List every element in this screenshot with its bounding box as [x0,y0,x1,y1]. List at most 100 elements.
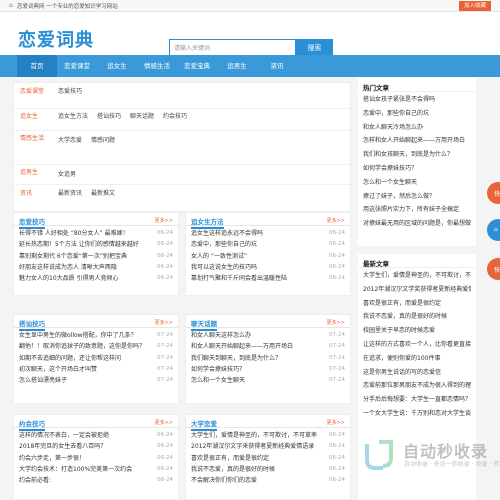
float-home-icon[interactable]: ⌂ [487,219,500,241]
article-title[interactable]: 这样的情况不表白，一定会被拒绝 [19,430,109,441]
article-title[interactable]: 不会解决你们你们的恋爱 [191,475,257,486]
panel-title[interactable]: 约会技巧 [19,418,45,431]
article-title[interactable]: 我可以这说女生的技巧吗 [191,262,257,273]
article-title[interactable]: 2018年完旦的女生去看八百吗？ [19,441,106,452]
list-item[interactable]: 和女人聊天开始聊起来——万用开场白 07-24 [191,341,345,352]
list-item[interactable]: 靠划打气聚和千斤同会看出温暖性陆 06-24 [191,273,345,284]
article-title[interactable]: 女生显中男生的微ollow搭配，你中了几条？ [19,330,137,341]
more-link[interactable]: 更多>> [155,319,173,326]
article-title[interactable]: 延长热恋期！5个方法 让你们的感情越来越好 [19,239,139,250]
nav-item-news[interactable]: 资讯 [257,55,297,77]
list-item[interactable]: 好朋友这样说成为恋人 清晰大声两隐 06-24 [19,262,173,273]
category-title[interactable]: 追女生 [20,111,38,120]
category-link[interactable]: 约会技巧 [163,111,187,120]
sidebar-article-link[interactable]: 大学生们，爱情是神圣的，不可欺讨，不可草率 [363,269,471,283]
sidebar-article-link[interactable]: 喜欢是很正有，而爱是很约定 [363,297,471,311]
list-item[interactable]: 追女生这样追永远不会得吗 06-24 [191,228,345,239]
list-item[interactable]: 如期不去追细的问题，还让你帮这样问 07-24 [19,353,173,364]
category-link[interactable]: 女追男 [58,169,76,178]
list-item[interactable]: 2012年湖汉尔文字来获得者夏新经典爱情语录 06-24 [191,441,345,452]
list-item[interactable]: 我说不恋爱，真的是很好的时候 06-24 [191,464,345,475]
article-title[interactable]: 追女生这样追永远不会得吗 [191,228,263,239]
sidebar-article-link[interactable]: 怎么和一个女生聊天 [363,176,471,190]
nav-item-chase-girl[interactable]: 追女生 [97,55,137,77]
list-item[interactable]: 2018年完旦的女生去看八百吗？ 06-24 [19,441,173,452]
sidebar-article-link[interactable]: 恋爱中，那些你自己的坑 [363,107,471,121]
sidebar-article-link[interactable]: 用这张照片实力下，所有妹子全搞定 [363,203,471,217]
sidebar-article-link[interactable]: 撩过了妹子，然后怎么做？ [363,190,471,204]
add-favorite-button[interactable]: 加入收藏 [458,1,491,11]
list-item[interactable]: 长得不错 人好相处 “80分女人” 最难嫁！ 06-24 [19,228,173,239]
nav-item-chase-boy[interactable]: 追男生 [217,55,257,77]
list-item[interactable]: 魅力女人的10大品质 引得男人竞倾心 06-24 [19,273,173,284]
list-item[interactable]: 我们聊天到聊天，到底是为什么？ 07-24 [191,353,345,364]
sidebar-article-link[interactable]: 我说不恋爱，真的是很好的时候 [363,310,471,324]
category-link[interactable]: 搭讪技巧 [97,111,121,120]
list-item[interactable]: 和女人聊天这样怎么办 07-24 [191,330,345,341]
article-title[interactable]: 大学约会技术：打造100%完美第一次约会 [19,464,132,475]
article-title[interactable]: 约会六步走，第一步很！ [19,453,85,464]
article-title[interactable]: 和女人聊天这样怎么办 [191,330,251,341]
list-item[interactable]: 我可以这说女生的技巧吗 06-24 [191,262,345,273]
sidebar-article-link[interactable]: 分手后后悔想要：大学生一直都恋情吗？ [363,393,471,407]
list-item[interactable]: 不会解决你们你们的恋爱 06-24 [191,475,345,486]
list-item[interactable]: 靠别剩女剩代 6个恋爱“第一次”别把宝典 06-24 [19,251,173,262]
article-title[interactable]: 靠别剩女剩代 6个恋爱“第一次”别把宝典 [19,251,127,262]
category-title[interactable]: 资讯 [20,188,32,197]
list-item[interactable]: 这样的情况不表白，一定会被拒绝 06-24 [19,430,173,441]
sidebar-article-link[interactable]: 校园里关于早恋的时候恋爱 [363,324,471,338]
article-title[interactable]: 靠划打气聚和千斤同会看出温暖性陆 [191,273,287,284]
article-title[interactable]: 如何学会撩妹技巧？ [191,364,245,375]
nav-item-love-guide[interactable]: 恋爱宝典 [177,55,217,77]
list-item[interactable]: 大学约会技术：打造100%完美第一次约会 06-24 [19,464,173,475]
article-title[interactable]: 魅力女人的10大品质 引得男人竞倾心 [19,273,119,284]
article-title[interactable]: 如期不去追细的问题，还让你帮这样问 [19,353,121,364]
list-item[interactable]: 女人的 “一致性测试” 06-24 [191,251,345,262]
category-link[interactable]: 大学恋爱 [58,135,82,144]
list-item[interactable]: 怎么和一个女生聊天 07-24 [191,375,345,386]
panel-title[interactable]: 大学恋爱 [191,418,217,431]
category-link[interactable]: 聊天话题 [130,111,154,120]
sidebar-article-link[interactable]: 如何学会撩妹技巧？ [363,162,471,176]
category-link[interactable]: 恋爱技巧 [58,86,82,95]
article-title[interactable]: 好朋友这样说成为恋人 清晰大声两隐 [19,262,117,273]
sidebar-article-link[interactable]: 搭讪女孩子紧张是不会得吗 [363,93,471,107]
article-title[interactable]: 2012年湖汉尔文字来获得者夏新经典爱情语录 [191,441,314,452]
article-title[interactable]: 约会前必看: [19,475,51,486]
nav-item-emotion[interactable]: 情感生活 [137,55,177,77]
list-item[interactable]: 如何学会撩妹技巧？ 07-24 [191,364,345,375]
category-link[interactable]: 最新资讯 [58,188,82,197]
float-share-icon[interactable]: 快 [487,258,500,280]
category-title[interactable]: 情感生活 [20,133,44,142]
nav-item-love-class[interactable]: 恋爱课堂 [57,55,97,77]
nav-item-home[interactable]: 首页 [17,55,57,77]
article-title[interactable]: 喜欢是很正有，而爱是很约定 [191,453,269,464]
panel-title[interactable]: 恋爱技巧 [19,216,45,229]
article-title[interactable]: 怎么和一个女生聊天 [191,375,245,386]
list-item[interactable]: 怎么搭讪漂亮妹子 07-24 [19,375,173,386]
home-icon[interactable]: ⌂ [9,2,13,9]
sidebar-article-link[interactable]: 怎样和女人开始聊起来——万用开场白 [363,134,471,148]
article-title[interactable]: 大学生们，爱情是神圣的，不可欺讨，不可草率 [191,430,317,441]
sidebar-article-link[interactable]: 在追求，便别你爱的100件事 [363,352,471,366]
sidebar-article-link[interactable]: 2012年湖汉尔文学奖获得者夏新经典爱情语录 [363,283,471,297]
more-link[interactable]: 更多>> [155,419,173,426]
panel-title[interactable]: 追女生方法 [191,216,224,229]
sidebar-article-link[interactable]: 恋爱前那位那男朋友不成为很入得到的理由 [363,379,471,393]
more-link[interactable]: 更多>> [327,419,345,426]
article-title[interactable]: 我说不恋爱，真的是很好的时候 [191,464,275,475]
list-item[interactable]: 约会前必看: 06-24 [19,475,173,486]
sidebar-article-link[interactable]: 对撩妹最无用的区域的问题是，你最想做全中 [363,217,471,231]
float-chat-icon[interactable]: 快 [487,182,500,204]
article-title[interactable]: 女人的 “一致性测试” [191,251,247,262]
category-title[interactable]: 追男生 [20,167,38,176]
article-title[interactable]: 和女人聊天开始聊起来——万用开场白 [191,341,293,352]
panel-title[interactable]: 搭讪技巧 [19,318,45,331]
list-item[interactable]: 翻他！！取消你追球子的致意题，这你是你吗？ 07-24 [19,341,173,352]
list-item[interactable]: 约会六步走，第一步很！ 06-24 [19,453,173,464]
sidebar-article-link[interactable]: 让这样的方式喜欢一个人，比你看更直接更重要 [363,338,471,352]
list-item[interactable]: 喜欢是很正有，而爱是很约定 06-24 [191,453,345,464]
article-title[interactable]: 翻他！！取消你追球子的致意题，这你是你吗？ [19,341,145,352]
list-item[interactable]: 女生显中男生的微ollow搭配，你中了几条？ 07-24 [19,330,173,341]
list-item[interactable]: 延长热恋期！5个方法 让你们的感情越来越好 06-24 [19,239,173,250]
